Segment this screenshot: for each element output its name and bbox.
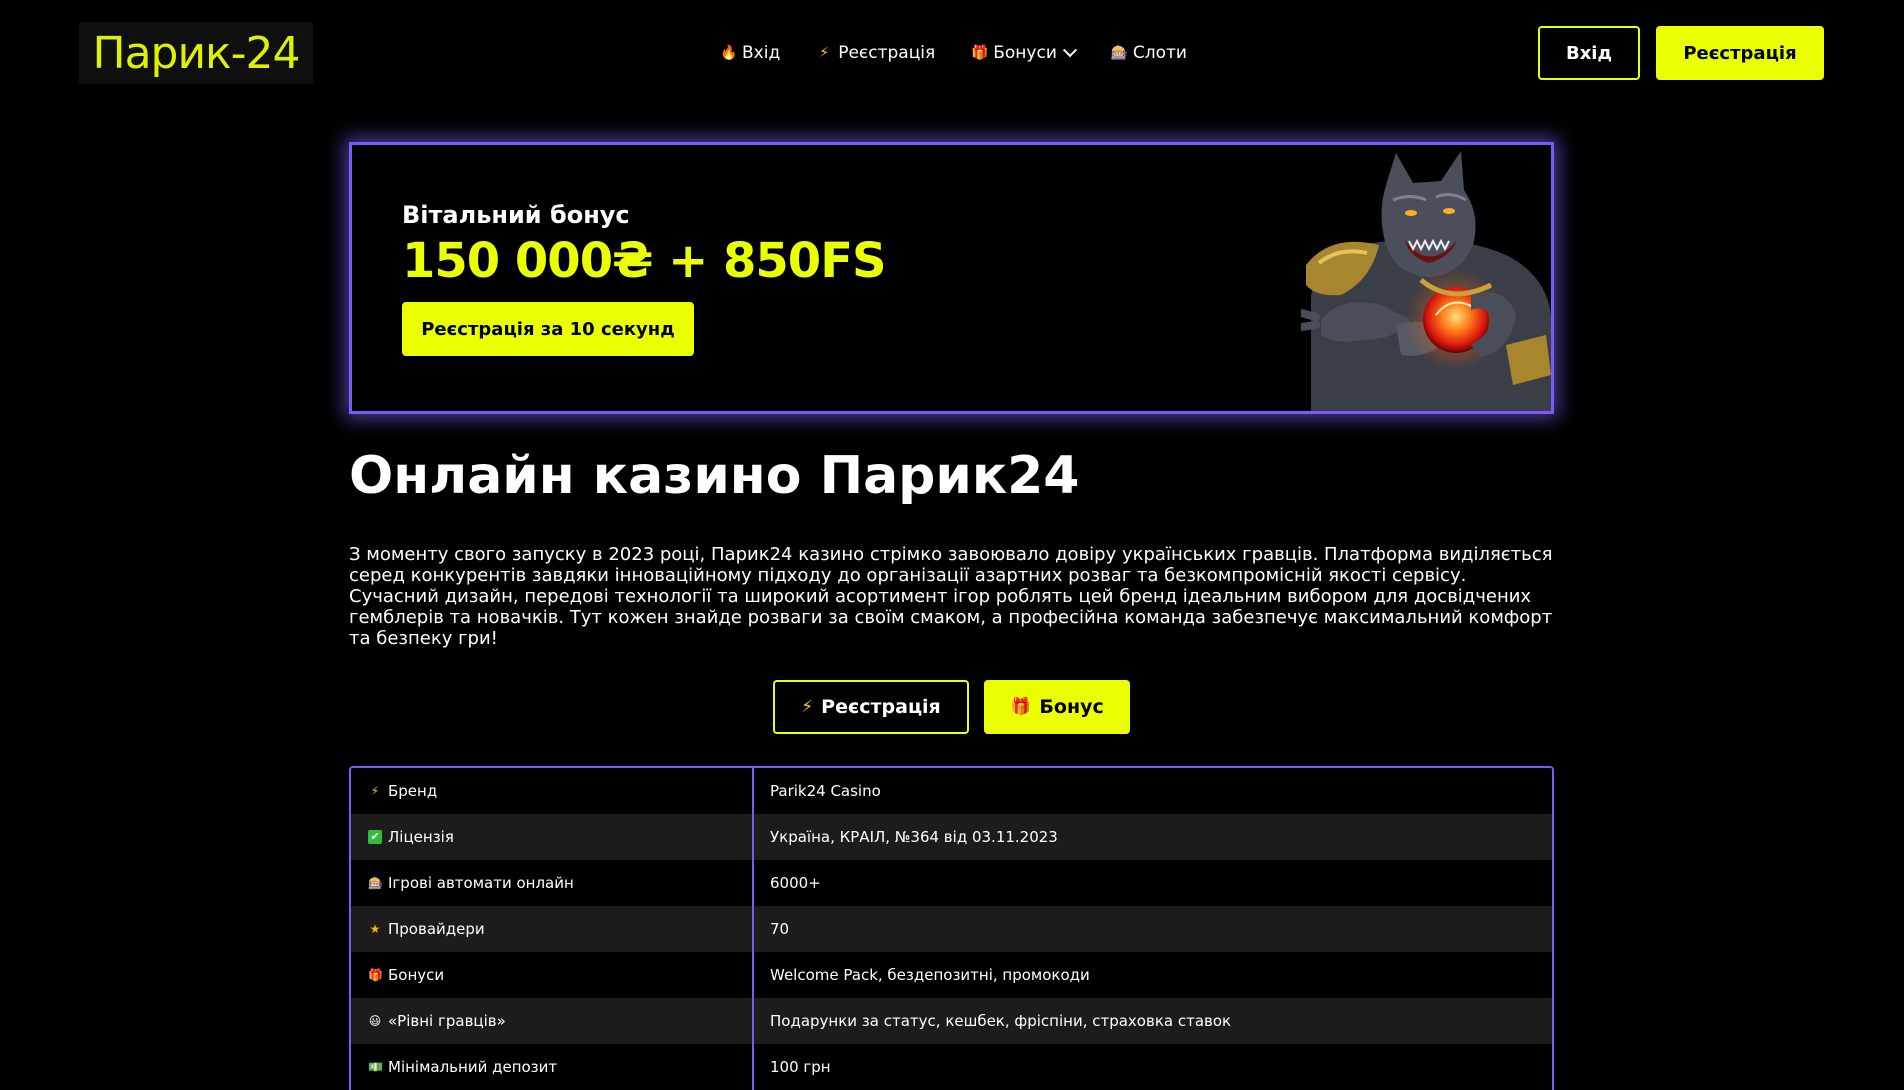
- star-icon: ★: [369, 922, 381, 936]
- table-row: 💵 Мінімальний депозит 100 грн: [351, 1044, 1552, 1090]
- main-nav: 🔥 Вхід ⚡ Реєстрація 🎁 Бонуси 🎰 Слоти: [720, 40, 1187, 66]
- table-value: 70: [770, 920, 790, 938]
- table-row: ★ Провайдери 70: [351, 906, 1552, 952]
- table-key: Бонуси: [388, 966, 445, 984]
- login-button[interactable]: Вхід: [1538, 26, 1640, 80]
- table-key-cell: 🎰 Ігрові автомати онлайн: [351, 860, 754, 906]
- slot-machine-icon: 🎰: [368, 876, 383, 890]
- table-row: 🎁 Бонуси Welcome Pack, бездепозитні, про…: [351, 952, 1552, 998]
- casino-info-table: ⚡ Бренд Parik24 Casino ✔ Ліцензія Україн…: [349, 766, 1554, 1090]
- chevron-down-icon: [1062, 43, 1077, 58]
- nav-item-login[interactable]: 🔥 Вхід: [720, 43, 780, 63]
- nav-item-label: Вхід: [742, 43, 781, 63]
- fire-icon: 🔥: [720, 45, 738, 61]
- table-key-cell: ✔ Ліцензія: [351, 814, 754, 860]
- nav-item-registration[interactable]: ⚡ Реєстрація: [816, 43, 935, 63]
- table-key: «Рівні гравців»: [388, 1012, 506, 1030]
- table-value: Parik24 Casino: [770, 782, 881, 800]
- table-row: ⚡ Бренд Parik24 Casino: [351, 768, 1552, 814]
- lightning-icon: ⚡: [801, 697, 814, 717]
- table-value: Україна, КРАІЛ, №364 від 03.11.2023: [770, 828, 1058, 846]
- page-title: Онлайн казино Парик24: [349, 446, 1080, 506]
- check-icon: ✔: [368, 830, 382, 844]
- table-key: Провайдери: [388, 920, 485, 938]
- gift-icon: 🎁: [368, 968, 383, 982]
- table-key-cell: ★ Провайдери: [351, 906, 754, 952]
- nav-item-bonuses[interactable]: 🎁 Бонуси: [971, 43, 1077, 63]
- nav-item-label: Реєстрація: [838, 43, 936, 63]
- money-icon: 💵: [368, 1060, 383, 1074]
- register-button[interactable]: Реєстрація: [1656, 26, 1824, 80]
- intro-paragraph: З моменту свого запуску в 2023 році, Пар…: [349, 544, 1553, 649]
- logo[interactable]: Парик-24: [79, 22, 313, 84]
- gift-icon: 🎁: [971, 45, 989, 61]
- nav-item-slots[interactable]: 🎰 Слоти: [1111, 43, 1187, 63]
- banner-bonus-amount: 150 000₴ + 850FS: [402, 233, 887, 289]
- banner-subtitle: Вітальний бонус: [402, 201, 630, 229]
- smiley-icon: 😃: [368, 1014, 382, 1028]
- cta-row: ⚡ Реєстрація 🎁 Бонус: [0, 680, 1904, 734]
- table-key: Мінімальний депозит: [388, 1058, 558, 1076]
- table-key: Ігрові автомати онлайн: [388, 874, 574, 892]
- table-key-cell: ⚡ Бренд: [351, 768, 754, 814]
- cta-bonus-label: Бонус: [1039, 696, 1104, 718]
- table-value: 100 грн: [770, 1058, 831, 1076]
- welcome-bonus-banner[interactable]: Вітальний бонус 150 000₴ + 850FS Реєстра…: [349, 142, 1554, 414]
- cta-bonus-button[interactable]: 🎁 Бонус: [984, 680, 1130, 734]
- table-row: ✔ Ліцензія Україна, КРАІЛ, №364 від 03.1…: [351, 814, 1552, 860]
- table-value: Welcome Pack, бездепозитні, промокоди: [770, 966, 1090, 984]
- table-row: 😃 «Рівні гравців» Подарунки за статус, к…: [351, 998, 1552, 1044]
- banner-register-button[interactable]: Реєстрація за 10 секунд: [402, 302, 694, 356]
- table-key: Ліцензія: [388, 828, 454, 846]
- cta-register-button[interactable]: ⚡ Реєстрація: [773, 680, 969, 734]
- table-key-cell: 🎁 Бонуси: [351, 952, 754, 998]
- table-key: Бренд: [388, 782, 438, 800]
- table-key-cell: 💵 Мінімальний депозит: [351, 1044, 754, 1090]
- lightning-icon: ⚡: [370, 784, 380, 798]
- cta-register-label: Реєстрація: [821, 696, 941, 718]
- table-key-cell: 😃 «Рівні гравців»: [351, 998, 754, 1044]
- table-value: 6000+: [770, 874, 821, 892]
- slot-machine-icon: 🎰: [1110, 45, 1129, 61]
- lightning-icon: ⚡: [819, 45, 830, 61]
- table-row: 🎰 Ігрові автомати онлайн 6000+: [351, 860, 1552, 906]
- table-value: Подарунки за статус, кешбек, фріспіни, с…: [770, 1012, 1232, 1030]
- werewolf-character-image: [1301, 151, 1551, 411]
- nav-item-label: Бонуси: [993, 43, 1057, 63]
- gift-icon: 🎁: [1010, 697, 1032, 717]
- nav-item-label: Слоти: [1132, 43, 1187, 63]
- site-header: Парик-24 🔥 Вхід ⚡ Реєстрація 🎁 Бонуси 🎰 …: [0, 0, 1904, 106]
